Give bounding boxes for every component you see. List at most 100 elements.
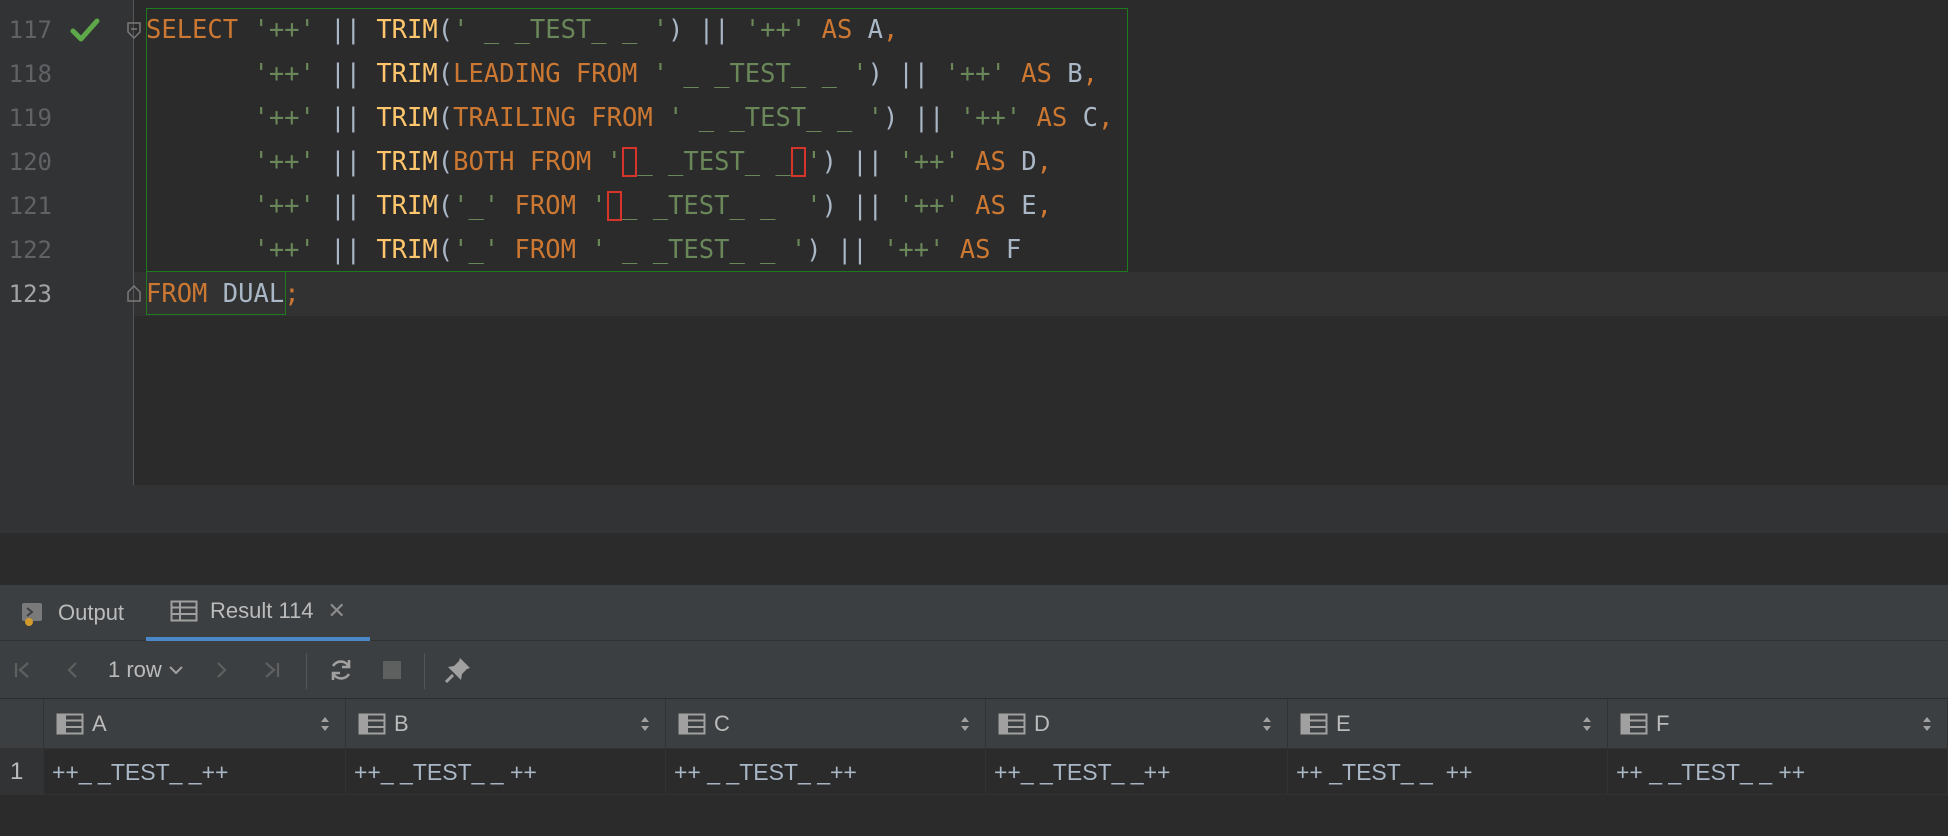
code-token: TRIM: [376, 15, 438, 45]
code-line[interactable]: FROM DUAL;: [146, 272, 300, 316]
code-token: '++': [253, 59, 315, 89]
code-token: DUAL: [207, 279, 285, 309]
chevron-down-icon: [168, 664, 184, 676]
code-line[interactable]: '++' || TRIM(LEADING FROM ' _ _TEST_ _ '…: [146, 52, 1098, 96]
current-line-highlight: [134, 272, 1948, 316]
code-token: '++': [253, 103, 315, 133]
code-token: '++': [944, 59, 1006, 89]
code-token: '++': [959, 103, 1022, 133]
column-icon: [998, 712, 1026, 736]
first-page-icon[interactable]: [6, 641, 40, 699]
sort-icon[interactable]: [959, 714, 971, 740]
column-name: E: [1336, 711, 1351, 736]
previous-page-icon[interactable]: [56, 641, 90, 699]
table-cell[interactable]: ++ _TEST_ _ ++: [1288, 749, 1608, 795]
output-console-icon: [20, 600, 46, 626]
code-token: ': [806, 147, 822, 177]
code-line[interactable]: '++' || TRIM('_' FROM ' _ _TEST_ _ ') ||…: [146, 184, 1052, 228]
code-token: A: [852, 15, 884, 45]
table-cell[interactable]: ++_ _TEST_ _ ++: [346, 749, 666, 795]
pin-tab-icon[interactable]: [438, 641, 478, 699]
result-grid[interactable]: A B C D E F 1 ++_ _TEST_ _++ ++_ _TEST_ …: [0, 699, 1948, 836]
fold-end-icon[interactable]: [126, 284, 142, 302]
code-token: F: [990, 235, 1022, 265]
rows-count-dropdown[interactable]: 1 row: [108, 641, 184, 699]
code-token: TRIM: [376, 191, 438, 221]
code-token: AS: [975, 191, 1006, 221]
code-token: '++': [898, 191, 960, 221]
code-token: B: [1051, 59, 1083, 89]
column-header-f[interactable]: F: [1608, 699, 1948, 749]
code-token: LEADING FROM: [453, 59, 638, 89]
code-token: ||: [314, 235, 377, 265]
sort-icon[interactable]: [1581, 714, 1593, 740]
code-token: (: [437, 59, 454, 89]
execution-success-check-icon[interactable]: [70, 16, 100, 44]
line-number: 119: [8, 104, 52, 132]
code-token: (: [437, 103, 454, 133]
code-token: SELECT: [146, 15, 239, 45]
column-header-b[interactable]: B: [346, 699, 666, 749]
table-row[interactable]: 1 ++_ _TEST_ _++ ++_ _TEST_ _ ++ ++ _ _T…: [0, 749, 1948, 795]
table-cell[interactable]: ++ _ _TEST_ _ ++: [1608, 749, 1948, 795]
inspection-highlight: [790, 147, 807, 177]
column-name: A: [92, 711, 107, 736]
sql-editor[interactable]: 117 118 119 120 121 122 123 SELECT '++' …: [0, 0, 1948, 485]
column-name: D: [1034, 711, 1050, 736]
code-token: '++': [253, 147, 315, 177]
code-token: D: [1005, 147, 1037, 177]
code-token: ,: [1036, 191, 1052, 221]
close-tab-icon[interactable]: ✕: [328, 598, 346, 624]
code-token: '++': [744, 15, 807, 45]
grid-empty-area: [0, 795, 1948, 836]
sort-icon[interactable]: [1921, 714, 1933, 740]
tab-output-label: Output: [58, 600, 125, 625]
column-header-a[interactable]: A: [44, 699, 346, 749]
sort-icon[interactable]: [1261, 714, 1273, 740]
table-cell[interactable]: ++_ _TEST_ _++: [44, 749, 346, 795]
code-token: AS: [975, 147, 1006, 177]
rows-count-label: 1 row: [108, 657, 162, 682]
code-token: ) ||: [882, 103, 960, 133]
line-number: 122: [8, 236, 52, 264]
code-token: FROM: [514, 235, 576, 265]
code-line[interactable]: '++' || TRIM(TRAILING FROM ' _ _TEST_ _ …: [146, 96, 1113, 140]
column-header-e[interactable]: E: [1288, 699, 1608, 749]
tab-result-label: Result 114: [210, 598, 314, 623]
toolbar-separator: [424, 653, 425, 689]
table-cell[interactable]: ++_ _TEST_ _++: [986, 749, 1288, 795]
tab-output[interactable]: Output: [20, 585, 124, 641]
code-token: '++': [253, 191, 315, 221]
code-token: E: [1005, 191, 1037, 221]
inspection-highlight: [606, 191, 623, 221]
code-line[interactable]: SELECT '++' || TRIM(' _ _TEST_ _ ') || '…: [146, 8, 898, 52]
code-token: ) ||: [867, 59, 945, 89]
refresh-icon[interactable]: [322, 641, 360, 699]
code-token: (: [437, 191, 454, 221]
column-header-d[interactable]: D: [986, 699, 1288, 749]
column-header-c[interactable]: C: [666, 699, 986, 749]
panel-splitter[interactable]: [0, 533, 1948, 585]
sort-icon[interactable]: [319, 714, 331, 740]
code-token: ': [606, 147, 622, 177]
sort-icon[interactable]: [639, 714, 651, 740]
column-icon: [358, 712, 386, 736]
tab-result[interactable]: Result 114 ✕: [146, 585, 370, 641]
code-line[interactable]: '++' || TRIM('_' FROM ' _ _TEST_ _ ') ||…: [146, 228, 1021, 272]
code-token: ' _ _TEST_ _ ': [668, 103, 883, 133]
code-line[interactable]: '++' || TRIM(BOTH FROM ' _ _TEST_ _ ') |…: [146, 140, 1052, 184]
next-page-icon[interactable]: [204, 641, 238, 699]
table-cell[interactable]: ++ _ _TEST_ _++: [666, 749, 986, 795]
fold-start-icon[interactable]: [126, 22, 142, 40]
stop-icon[interactable]: [374, 641, 410, 699]
last-page-icon[interactable]: [254, 641, 288, 699]
